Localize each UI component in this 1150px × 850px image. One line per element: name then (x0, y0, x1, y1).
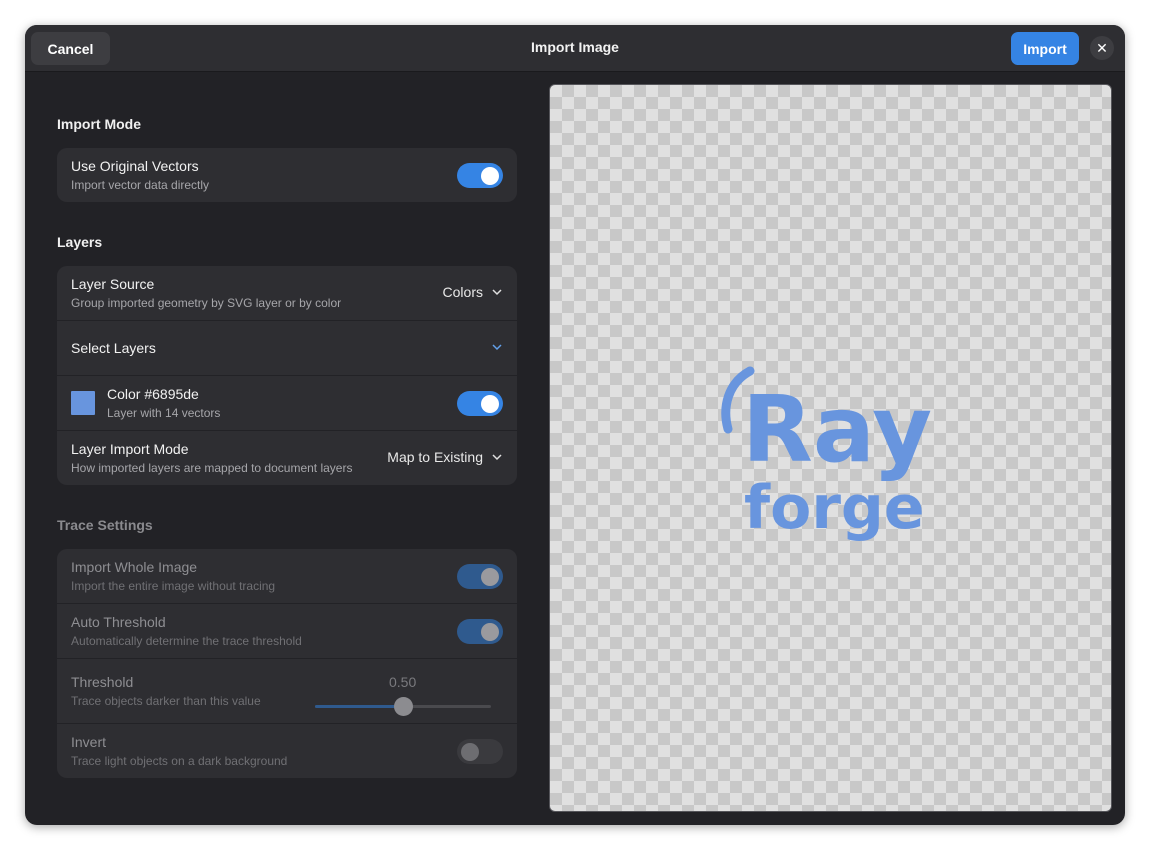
close-button[interactable]: ✕ (1090, 36, 1114, 60)
logo-text-forge: forge (744, 473, 925, 543)
auto-threshold-subtitle: Automatically determine the trace thresh… (71, 634, 302, 648)
chevron-down-icon (492, 454, 502, 461)
header-bar: Cancel Import Image Import ✕ (25, 25, 1125, 72)
chevron-down-icon (492, 344, 502, 351)
close-icon: ✕ (1096, 39, 1108, 56)
threshold-slider-thumb[interactable] (393, 697, 413, 716)
threshold-slider-fill (315, 705, 403, 708)
auto-threshold-row: Auto Threshold Automatically determine t… (57, 604, 517, 659)
trace-settings-card: Import Whole Image Import the entire ima… (57, 549, 517, 778)
threshold-row: Threshold Trace objects darker than this… (57, 659, 517, 724)
import-whole-image-toggle[interactable] (457, 564, 503, 589)
invert-toggle[interactable] (457, 739, 503, 764)
threshold-title: Threshold (71, 674, 134, 690)
color-swatch (71, 391, 95, 415)
layer-import-mode-dropdown[interactable]: Map to Existing (387, 449, 503, 465)
import-mode-card: Use Original Vectors Import vector data … (57, 148, 517, 202)
import-button[interactable]: Import (1011, 32, 1079, 65)
logo-text-ray: Ray (742, 376, 932, 483)
auto-threshold-toggle[interactable] (457, 619, 503, 644)
select-layers-title: Select Layers (71, 340, 156, 356)
layer-source-title: Layer Source (71, 276, 155, 292)
layer-source-value: Colors (442, 284, 483, 300)
invert-row: Invert Trace light objects on a dark bac… (57, 724, 517, 778)
invert-title: Invert (71, 734, 107, 750)
threshold-value: 0.50 (389, 674, 417, 690)
use-original-vectors-toggle[interactable] (457, 163, 503, 188)
dialog-title: Import Image (531, 39, 619, 55)
select-layers-expander[interactable] (491, 341, 503, 353)
layer-import-mode-row[interactable]: Layer Import Mode How imported layers ar… (57, 431, 517, 485)
use-original-vectors-subtitle: Import vector data directly (71, 178, 210, 192)
layer-import-mode-subtitle: How imported layers are mapped to docume… (71, 461, 353, 475)
import-whole-image-row: Import Whole Image Import the entire ima… (57, 549, 517, 604)
import-whole-image-subtitle: Import the entire image without tracing (71, 579, 276, 593)
threshold-slider[interactable] (315, 697, 491, 716)
color-layer-subtitle: Layer with 14 vectors (107, 406, 221, 420)
threshold-subtitle: Trace objects darker than this value (71, 694, 261, 708)
import-image-dialog: Cancel Import Image Import ✕ Import Mode… (25, 25, 1125, 825)
select-layers-row[interactable]: Select Layers (57, 321, 517, 376)
layer-source-dropdown[interactable]: Colors (443, 284, 503, 300)
color-layer-toggle[interactable] (457, 391, 503, 416)
invert-subtitle: Trace light objects on a dark background (71, 754, 288, 768)
layer-source-row[interactable]: Layer Source Group imported geometry by … (57, 266, 517, 321)
layers-heading: Layers (57, 234, 103, 250)
trace-settings-heading: Trace Settings (57, 517, 153, 533)
layer-import-mode-title: Layer Import Mode (71, 441, 189, 457)
layer-source-subtitle: Group imported geometry by SVG layer or … (71, 296, 342, 310)
layer-import-mode-value: Map to Existing (387, 449, 483, 465)
import-mode-heading: Import Mode (57, 116, 141, 132)
chevron-down-icon (492, 289, 502, 296)
use-original-vectors-row: Use Original Vectors Import vector data … (57, 148, 517, 202)
auto-threshold-title: Auto Threshold (71, 614, 166, 630)
color-layer-title: Color #6895de (107, 386, 199, 402)
image-preview: Ray forge (549, 84, 1112, 812)
use-original-vectors-title: Use Original Vectors (71, 158, 199, 174)
color-layer-row: Color #6895de Layer with 14 vectors (57, 376, 517, 431)
rayforge-logo: Ray forge (721, 366, 932, 543)
layers-card: Layer Source Group imported geometry by … (57, 266, 517, 485)
import-whole-image-title: Import Whole Image (71, 559, 198, 575)
